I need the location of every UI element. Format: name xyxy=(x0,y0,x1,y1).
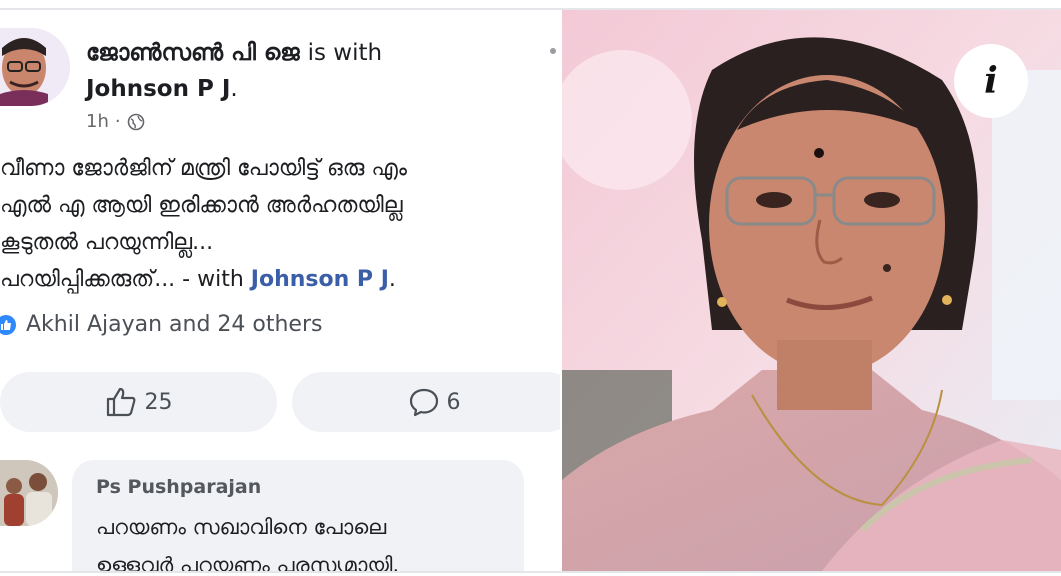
post-meta: 1h · xyxy=(86,111,145,132)
comment-bubble[interactable]: Ps Pushparajan പറയണം സഖാവിനെ പോലെ ഉള്ളവർ… xyxy=(72,460,524,572)
author-avatar[interactable] xyxy=(0,28,70,106)
post-body-line-last: പറയിപ്പിക്കരുത്... - with Johnson P J. xyxy=(0,261,556,298)
like-button[interactable]: 25 xyxy=(0,372,277,432)
tagged-line: Johnson P J. xyxy=(86,76,238,102)
post-body-line: കൂടുതൽ പറയുന്നില്ല... xyxy=(0,230,214,255)
tagged-name[interactable]: Johnson P J xyxy=(86,76,230,102)
like-reaction-icon xyxy=(0,314,16,335)
body-end: . xyxy=(388,267,396,292)
body-tag-link[interactable]: Johnson P J xyxy=(251,267,389,292)
globe-icon xyxy=(127,113,144,130)
reactions-summary[interactable]: Akhil Ajayan and 24 others xyxy=(0,312,322,337)
commenter-avatar[interactable] xyxy=(0,460,58,526)
post-body-line: വീണാ ജോർജിന് മന്ത്രി പോയിട്ട് ഒരു എം xyxy=(0,156,408,181)
reactions-text: Akhil Ajayan and 24 others xyxy=(26,312,323,337)
with-text: is with xyxy=(307,40,383,66)
comment-button[interactable]: 6 xyxy=(292,372,560,432)
facebook-post: ജോൺസൺ പി ജെ is with Johnson P J. 1h · വീ… xyxy=(0,20,560,572)
post-body: വീണാ ജോർജിന് മന്ത്രി പോയിട്ട് ഒരു എം എൽ … xyxy=(0,150,556,298)
comment-icon xyxy=(409,388,438,417)
post-time[interactable]: 1h xyxy=(86,111,109,132)
post-body-line: എൽ എ ആയി ഇരിക്കാൻ അർഹതയില്ല xyxy=(0,193,403,218)
comment-text: പറയണം സഖാവിനെ പോലെ ഉള്ളവർ പറയണം പരസ്യമായ… xyxy=(96,508,399,572)
author-avatar-image xyxy=(0,28,70,106)
comment-author[interactable]: Ps Pushparajan xyxy=(96,476,261,498)
thumbs-up-icon xyxy=(106,387,135,417)
commenter-avatar-image xyxy=(0,460,58,526)
bottom-divider xyxy=(0,571,1061,573)
comment-line: പറയണം സഖാവിനെ പോലെ xyxy=(96,515,387,539)
like-count: 25 xyxy=(144,389,173,415)
post-body-line: പറയിപ്പിക്കരുത്... - with xyxy=(0,267,244,292)
post-header: ജോൺസൺ പി ജെ is with xyxy=(86,40,382,66)
tagged-dot: . xyxy=(230,76,238,102)
meta-separator: · xyxy=(114,111,121,132)
comment-count: 6 xyxy=(446,389,461,415)
info-icon[interactable]: i xyxy=(954,44,1028,118)
more-icon[interactable] xyxy=(550,48,556,54)
author-name[interactable]: ജോൺസൺ പി ജെ xyxy=(86,40,300,66)
comment-line: ഉള്ളവർ പറയണം പരസ്യമായി. xyxy=(96,553,400,572)
